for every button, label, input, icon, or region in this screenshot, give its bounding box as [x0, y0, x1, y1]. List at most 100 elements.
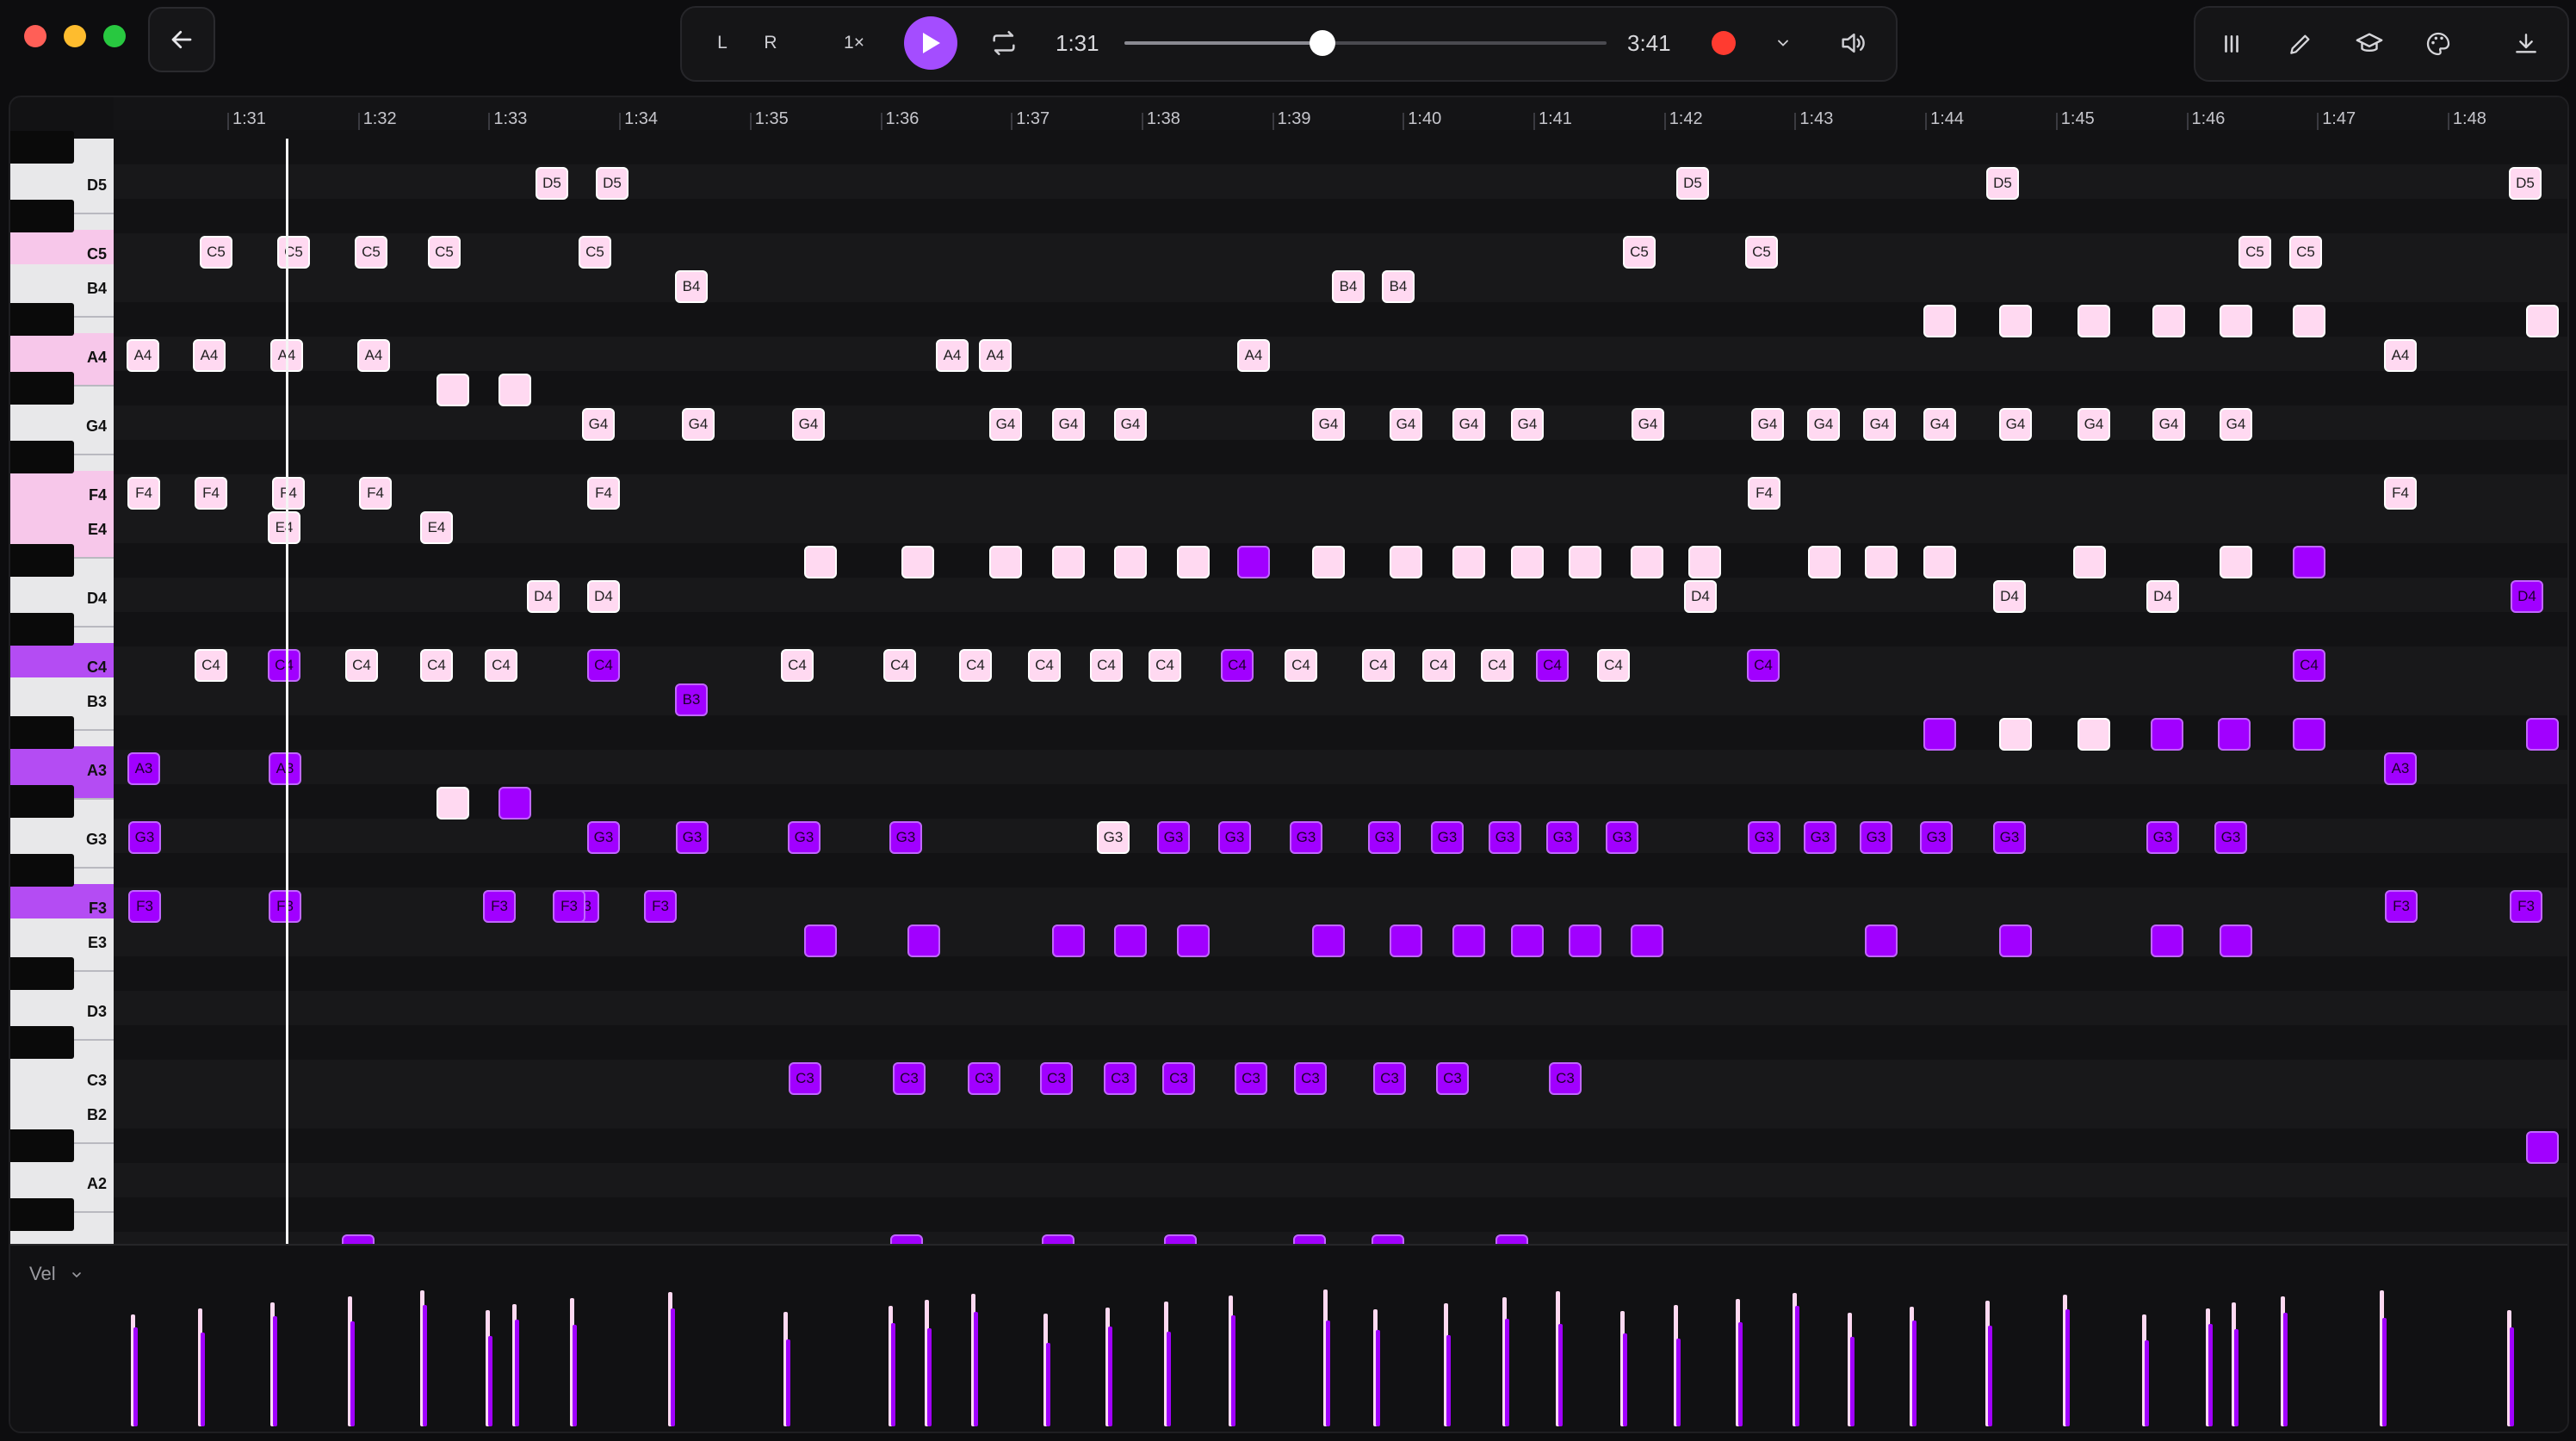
- note-block[interactable]: [1312, 925, 1345, 957]
- note-g4[interactable]: G4: [2078, 408, 2110, 441]
- note-block[interactable]: [2293, 718, 2325, 751]
- note-g4[interactable]: G4: [1052, 408, 1085, 441]
- note-d4[interactable]: D4: [1684, 580, 1717, 613]
- left-channel-button[interactable]: L: [708, 28, 737, 58]
- note-block[interactable]: [1923, 546, 1956, 578]
- velocity-bar[interactable]: [671, 1308, 675, 1426]
- note-block[interactable]: [989, 546, 1022, 578]
- velocity-bar[interactable]: [350, 1321, 355, 1426]
- note-block[interactable]: [2220, 305, 2252, 337]
- note-g3[interactable]: G3: [1157, 821, 1190, 854]
- note-g3[interactable]: G3: [889, 821, 922, 854]
- note-c5[interactable]: C5: [1745, 236, 1778, 269]
- note-f4[interactable]: F4: [1748, 477, 1780, 510]
- note-d4[interactable]: D4: [587, 580, 620, 613]
- note-g4[interactable]: G4: [582, 408, 615, 441]
- note-block[interactable]: [1237, 546, 1270, 578]
- note-g3[interactable]: G3: [2146, 821, 2179, 854]
- note-c3[interactable]: C3: [1162, 1062, 1195, 1095]
- play-button[interactable]: [904, 16, 957, 70]
- piano-key-a-sharp2[interactable]: [10, 1129, 74, 1162]
- note-b3[interactable]: B3: [675, 683, 708, 716]
- note-c4[interactable]: C4: [1285, 649, 1317, 682]
- note-d5[interactable]: D5: [1676, 167, 1709, 200]
- note-d4[interactable]: D4: [527, 580, 560, 613]
- note-g4[interactable]: G4: [1390, 408, 1422, 441]
- piano-key-c-sharp4[interactable]: [10, 613, 74, 646]
- window-minimize-button[interactable]: [64, 25, 86, 47]
- note-g3[interactable]: G3: [1860, 821, 1892, 854]
- window-close-button[interactable]: [24, 25, 46, 47]
- note-c3[interactable]: C3: [1294, 1062, 1327, 1095]
- note-c5[interactable]: C5: [2239, 236, 2271, 269]
- note-f3[interactable]: F3: [483, 890, 516, 923]
- note-block[interactable]: [2526, 1131, 2559, 1164]
- note-c4[interactable]: C4: [268, 649, 300, 682]
- note-c3[interactable]: C3: [789, 1062, 821, 1095]
- note-g4[interactable]: G4: [1114, 408, 1147, 441]
- note-c4[interactable]: C4: [1362, 649, 1395, 682]
- velocity-bar[interactable]: [1850, 1337, 1855, 1426]
- note-block[interactable]: [1452, 925, 1485, 957]
- note-g4[interactable]: G4: [2220, 408, 2252, 441]
- note-a3[interactable]: A3: [269, 752, 301, 785]
- pencil-tool-button[interactable]: [2283, 27, 2318, 61]
- velocity-bar[interactable]: [273, 1316, 277, 1426]
- note-c5[interactable]: C5: [2289, 236, 2322, 269]
- velocity-bar[interactable]: [1558, 1324, 1563, 1426]
- note-block[interactable]: [1511, 925, 1544, 957]
- velocity-bar[interactable]: [1795, 1306, 1799, 1426]
- note-c3[interactable]: C3: [968, 1062, 1000, 1095]
- note-block[interactable]: [1865, 925, 1898, 957]
- note-block[interactable]: [1631, 925, 1663, 957]
- note-g4[interactable]: G4: [989, 408, 1022, 441]
- velocity-bar[interactable]: [1738, 1322, 1743, 1426]
- piano-key-d-sharp5[interactable]: [10, 131, 74, 164]
- note-c4[interactable]: C4: [345, 649, 378, 682]
- velocity-bar[interactable]: [974, 1312, 978, 1426]
- velocity-bar[interactable]: [2234, 1329, 2239, 1426]
- note-g4[interactable]: G4: [1863, 408, 1896, 441]
- velocity-bar[interactable]: [423, 1305, 427, 1426]
- velocity-bar[interactable]: [1326, 1320, 1330, 1426]
- note-g3[interactable]: G3: [1290, 821, 1322, 854]
- note-block[interactable]: [437, 374, 469, 406]
- note-c4[interactable]: C4: [1090, 649, 1123, 682]
- note-c4[interactable]: C4: [1597, 649, 1630, 682]
- note-f4[interactable]: F4: [127, 477, 160, 510]
- piano-key-a-sharp3[interactable]: [10, 716, 74, 749]
- note-c4[interactable]: C4: [420, 649, 453, 682]
- note-a4[interactable]: A4: [127, 339, 159, 372]
- note-block[interactable]: [1865, 546, 1898, 578]
- piano-key-g-sharp3[interactable]: [10, 785, 74, 818]
- note-g3[interactable]: G3: [1920, 821, 1953, 854]
- note-f4[interactable]: F4: [195, 477, 227, 510]
- note-block[interactable]: [1452, 546, 1485, 578]
- note-g3[interactable]: G3: [788, 821, 820, 854]
- note-f4[interactable]: F4: [2384, 477, 2417, 510]
- velocity-bar[interactable]: [786, 1339, 790, 1426]
- note-block[interactable]: [2151, 925, 2183, 957]
- velocity-lane[interactable]: Vel: [10, 1244, 2567, 1432]
- velocity-bar[interactable]: [1108, 1327, 1112, 1426]
- piano-key-g-sharp2[interactable]: [10, 1198, 74, 1231]
- note-block[interactable]: [1999, 925, 2032, 957]
- note-block[interactable]: [498, 374, 531, 406]
- note-g3[interactable]: G3: [1606, 821, 1638, 854]
- note-f4[interactable]: F4: [359, 477, 392, 510]
- piano-key-c-sharp5[interactable]: [10, 200, 74, 232]
- velocity-bar[interactable]: [2510, 1327, 2514, 1426]
- velocity-bar[interactable]: [891, 1323, 895, 1426]
- note-block[interactable]: [1631, 546, 1663, 578]
- note-g3[interactable]: G3: [1368, 821, 1401, 854]
- note-block[interactable]: [2220, 925, 2252, 957]
- velocity-bar[interactable]: [2382, 1318, 2387, 1426]
- note-g4[interactable]: G4: [792, 408, 825, 441]
- note-d4[interactable]: D4: [2146, 580, 2179, 613]
- velocity-bar[interactable]: [201, 1333, 205, 1426]
- note-d5[interactable]: D5: [536, 167, 568, 200]
- bars-tool-button[interactable]: [2214, 27, 2249, 61]
- note-c3[interactable]: C3: [1235, 1062, 1267, 1095]
- note-c4[interactable]: C4: [883, 649, 916, 682]
- velocity-bar[interactable]: [1376, 1330, 1380, 1426]
